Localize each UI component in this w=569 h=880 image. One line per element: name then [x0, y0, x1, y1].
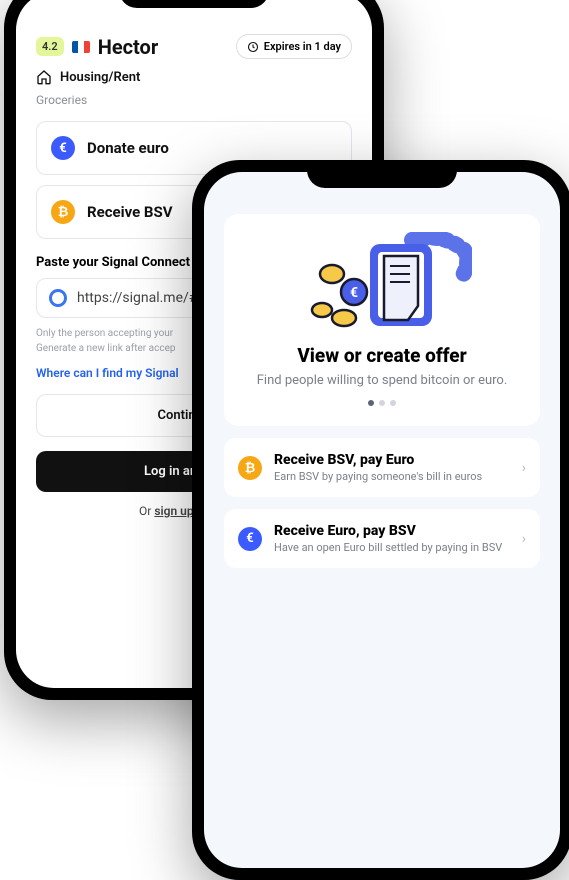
chevron-right-icon: › [522, 531, 526, 547]
subcategory: Groceries [36, 93, 352, 107]
offer-receive-bsv[interactable]: ₿ Receive BSV, pay Euro Earn BSV by payi… [224, 438, 540, 497]
signup-link[interactable]: sign up [154, 504, 193, 518]
pager-dot[interactable] [368, 400, 374, 406]
hero-title: View or create offer [240, 344, 524, 367]
expiry-badge: Expires in 1 day [236, 34, 352, 59]
euro-icon: € [238, 527, 262, 551]
svg-text:€: € [350, 285, 358, 301]
screen-front: € View or create offer Find people willi… [204, 172, 560, 868]
flag-france-icon [72, 41, 90, 53]
profile-name: Hector [98, 35, 158, 59]
clock-icon [247, 41, 259, 53]
bitcoin-icon: ₿ [51, 200, 75, 224]
house-icon [36, 69, 52, 85]
signal-icon [49, 289, 67, 307]
rating-badge: 4.2 [36, 37, 64, 56]
pager-dots [240, 400, 524, 406]
pager-dot[interactable] [379, 400, 385, 406]
notch [307, 160, 457, 188]
chevron-right-icon: › [522, 460, 526, 476]
hero-subtitle: Find people willing to spend bitcoin or … [240, 373, 524, 388]
phone-front: € View or create offer Find people willi… [192, 160, 569, 880]
illustration: € [240, 232, 524, 332]
category-text: Housing/Rent [60, 70, 140, 85]
bitcoin-icon: ₿ [238, 456, 262, 480]
offer-receive-euro[interactable]: € Receive Euro, pay BSV Have an open Eur… [224, 509, 540, 568]
euro-icon: € [51, 136, 75, 160]
category-row: Housing/Rent [36, 69, 352, 85]
hero-card: € View or create offer Find people willi… [224, 214, 540, 426]
notch [119, 0, 269, 8]
pager-dot[interactable] [390, 400, 396, 406]
profile-header: 4.2 Hector Expires in 1 day [36, 34, 352, 59]
